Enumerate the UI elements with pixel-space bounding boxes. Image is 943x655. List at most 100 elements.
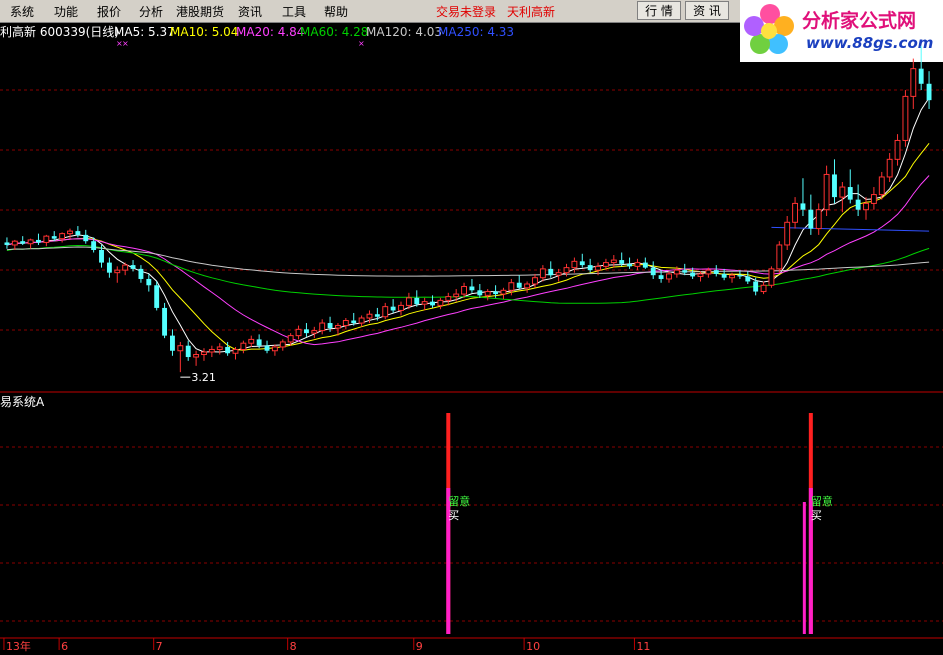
candle-down bbox=[642, 262, 648, 268]
menu-item-system[interactable]: 系统 bbox=[10, 3, 34, 20]
x-tick-label: 6 bbox=[61, 640, 68, 653]
signal-label-buy: 买 bbox=[448, 509, 459, 522]
candle-down bbox=[469, 286, 475, 291]
indicator-title: 易系统A bbox=[0, 395, 45, 409]
candle-up bbox=[445, 296, 452, 301]
candle-up bbox=[539, 268, 546, 279]
candle-down bbox=[690, 272, 696, 277]
candle-up bbox=[555, 272, 562, 276]
candle-down bbox=[374, 314, 380, 317]
login-status: 交易未登录 bbox=[436, 5, 497, 19]
candle-down bbox=[390, 306, 396, 311]
candle-up bbox=[11, 240, 18, 246]
candle-down bbox=[745, 276, 751, 282]
candle-down bbox=[327, 323, 333, 329]
signal-label-watch: 留意 bbox=[811, 494, 833, 508]
candle-down bbox=[170, 335, 175, 351]
x-tick-label: 13年 bbox=[6, 639, 31, 653]
candle-down bbox=[351, 320, 357, 324]
candle-down bbox=[477, 290, 483, 296]
candle-down bbox=[414, 297, 420, 305]
menu-item-help[interactable]: 帮助 bbox=[324, 3, 348, 20]
candle-down bbox=[619, 260, 625, 264]
candle-up bbox=[248, 338, 255, 344]
candle-up bbox=[453, 293, 460, 298]
ma120-label: MA120: 4.03 bbox=[366, 25, 442, 39]
x-tick-label: 9 bbox=[416, 640, 423, 653]
candle-up bbox=[524, 283, 531, 289]
ma5-line bbox=[6, 97, 930, 353]
candle-down bbox=[587, 265, 593, 271]
candle-up bbox=[760, 284, 767, 293]
candle-up bbox=[27, 239, 34, 245]
candle-down bbox=[753, 281, 759, 292]
candle-up bbox=[366, 313, 373, 319]
candle-up bbox=[894, 139, 901, 160]
candle-down bbox=[926, 83, 932, 101]
candle-up bbox=[563, 267, 570, 274]
candle-up bbox=[500, 289, 507, 295]
moving-average-lines bbox=[6, 97, 930, 353]
candle-down bbox=[918, 68, 924, 84]
signal-label-buy: 买 bbox=[811, 509, 822, 522]
menu-item-analysis[interactable]: 分析 bbox=[139, 3, 163, 20]
candle-up bbox=[122, 264, 129, 271]
candle-up bbox=[271, 346, 278, 352]
candle-down bbox=[146, 278, 152, 286]
candle-up bbox=[43, 235, 50, 243]
candle-up bbox=[776, 244, 783, 270]
candle-down bbox=[51, 236, 57, 239]
candle-down bbox=[548, 268, 554, 276]
candle-down bbox=[162, 307, 168, 336]
candle-down bbox=[430, 301, 435, 306]
candle-down bbox=[682, 270, 688, 273]
candle-up bbox=[208, 348, 215, 353]
candle-down bbox=[627, 263, 633, 267]
candle-up bbox=[319, 322, 326, 332]
menu-item-function[interactable]: 功能 bbox=[54, 3, 78, 20]
candle-down bbox=[847, 187, 853, 200]
candle-up bbox=[768, 268, 775, 286]
candle-up bbox=[729, 274, 735, 279]
candle-up bbox=[358, 317, 365, 324]
candle-down bbox=[4, 242, 10, 245]
candle-up bbox=[177, 345, 184, 352]
candle-up bbox=[815, 209, 822, 230]
candle-up bbox=[697, 273, 704, 277]
candle-down bbox=[800, 203, 806, 210]
candle-up bbox=[240, 342, 247, 350]
candle-up bbox=[335, 325, 341, 329]
x-tick-label: 10 bbox=[526, 640, 540, 653]
menu-item-hk-futures[interactable]: 港股期货 bbox=[176, 3, 224, 20]
candle-down bbox=[75, 231, 81, 235]
info-button[interactable]: 资 讯 bbox=[685, 1, 729, 20]
candle-down bbox=[83, 234, 89, 242]
quote-button[interactable]: 行 情 bbox=[637, 1, 681, 20]
candle-up bbox=[437, 299, 444, 306]
candle-down bbox=[106, 262, 112, 273]
candle-up bbox=[532, 277, 538, 285]
candle-up bbox=[910, 68, 917, 97]
candle-up bbox=[295, 328, 302, 337]
candle-down bbox=[650, 267, 656, 276]
candle-up bbox=[602, 262, 609, 267]
candle-down bbox=[91, 241, 97, 250]
candle-up bbox=[673, 269, 680, 275]
candle-up bbox=[792, 202, 799, 223]
candle-up bbox=[484, 291, 491, 296]
candle-up bbox=[461, 286, 468, 295]
x-axis: 13年 6 7 8 9 10 11 bbox=[0, 637, 943, 653]
candle-down bbox=[579, 261, 585, 266]
candle-up bbox=[279, 341, 286, 348]
signal-label-watch: 留意 bbox=[448, 494, 470, 508]
menu-item-news[interactable]: 资讯 bbox=[238, 3, 262, 20]
candle-down bbox=[737, 275, 743, 277]
candle-up bbox=[886, 158, 893, 178]
candle-down bbox=[832, 174, 837, 198]
kline-chart: 3.21× × × 留意买留意买 13年 6 7 8 9 10 11 利高新 600339(日线… bbox=[0, 24, 943, 653]
x-tick-label: 7 bbox=[156, 640, 163, 653]
ma20-label: MA20: 4.84 bbox=[236, 25, 304, 39]
candle-up bbox=[508, 282, 515, 291]
menu-item-tools[interactable]: 工具 bbox=[282, 3, 306, 20]
menu-item-quote[interactable]: 报价 bbox=[97, 3, 121, 20]
